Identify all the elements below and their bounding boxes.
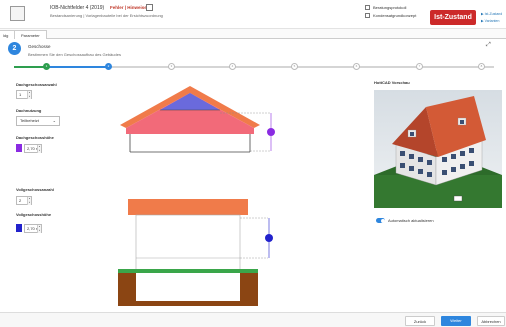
step-name: Geschosse	[28, 44, 51, 49]
dg-use-value: Teilbeheizt	[20, 118, 39, 123]
auto-update-toggle[interactable]	[376, 218, 385, 223]
cancel-button[interactable]: Abbrechen	[477, 316, 505, 326]
auto-update-label: Automatisch aktualisieren	[388, 218, 434, 223]
dg-height-marker	[267, 128, 275, 136]
stepper-dot[interactable]: 4	[229, 63, 236, 70]
app-logo-icon	[10, 6, 25, 21]
dg-use-label: Dachnutzung	[16, 108, 42, 113]
vg-count-value: 2	[19, 198, 22, 203]
stepper-progress-current	[46, 66, 108, 68]
nav-ist-zustand[interactable]: ▶ Ist-Zustand	[481, 12, 502, 16]
next-button[interactable]: Weiter	[441, 316, 471, 326]
step-number-badge: 2	[8, 42, 21, 55]
basement-space	[136, 273, 240, 301]
dg-count-value: 1	[19, 92, 22, 97]
vg-count-stepper[interactable]: 2 ▲ ▼	[16, 196, 32, 205]
project-subtitle: Bestandsanierung | Vorlagenbauteile bei …	[50, 13, 163, 18]
dg-height-label: Dachgeschosshöhe	[16, 135, 54, 140]
stepper-dot[interactable]: 8	[478, 63, 485, 70]
spin-arrows-icon[interactable]: ▲ ▼	[27, 197, 31, 205]
full-floor-roof-slab	[128, 199, 248, 215]
kondensat-label: Kondensatgrundkonzept	[373, 13, 417, 18]
beratungsprotokoll-label: Beratungsprotokoll	[373, 5, 407, 10]
vg-height-input[interactable]: 2,70 m ▲ ▼	[24, 224, 42, 233]
spin-arrows-icon[interactable]: ▲ ▼	[37, 225, 41, 233]
expand-icon[interactable]: ⤢	[486, 42, 491, 49]
dg-height-color-swatch	[16, 144, 22, 152]
stepper-dot[interactable]: 1	[43, 63, 50, 70]
stepper-dot[interactable]: 6	[353, 63, 360, 70]
app-header: IOB-Nichtfelder 4 (2019) Bestandsanierun…	[0, 0, 506, 29]
beratungsprotokoll-checkbox[interactable]	[365, 5, 370, 10]
stepper-dot[interactable]: 7	[416, 63, 423, 70]
stepper-progress-done	[14, 66, 46, 68]
vg-count-label: Vollgeschossanzahl	[16, 187, 54, 192]
calendar-icon[interactable]	[146, 4, 153, 11]
stepper-dot[interactable]: 3	[168, 63, 175, 70]
vg-height-color-swatch	[16, 224, 22, 232]
footer-bar: Zurück Weiter Abbrechen	[0, 312, 506, 327]
vg-height-label: Vollgeschosshöhe	[16, 212, 52, 217]
tab-parameter[interactable]: Parameter	[14, 30, 47, 39]
spin-arrows-icon[interactable]: ▲ ▼	[27, 91, 31, 99]
back-button[interactable]: Zurück	[405, 316, 435, 326]
hottcad-3d-preview[interactable]	[374, 90, 502, 208]
nav-varianten[interactable]: ▶ Varianten	[481, 19, 499, 23]
step-description: Bestimmen Sie den Geschossaufbau des Geb…	[28, 52, 121, 57]
compass-icon	[453, 195, 463, 202]
error-hints-link[interactable]: Fehler | Hinweise	[110, 5, 147, 10]
preview-title: HottCAD Vorschau	[374, 80, 410, 85]
vg-height-marker	[265, 234, 273, 242]
attic-floor-diagram	[120, 86, 275, 153]
ist-zustand-button[interactable]: Ist-Zustand	[430, 10, 476, 25]
dg-height-input[interactable]: 2,70 m ▲ ▼	[24, 144, 42, 153]
project-title: IOB-Nichtfelder 4 (2019)	[50, 5, 105, 11]
full-floor-diagram	[118, 199, 273, 306]
dg-use-select[interactable]: Teilbeheizt ⌄	[16, 116, 60, 126]
spin-arrows-icon[interactable]: ▲ ▼	[37, 145, 41, 153]
stepper-dot[interactable]: 5	[291, 63, 298, 70]
kondensat-checkbox[interactable]	[365, 13, 370, 18]
stepper-dot[interactable]: 2	[105, 63, 112, 70]
ground-level	[118, 269, 258, 273]
tab-bar: ldg Parameter	[0, 29, 506, 39]
dg-count-label: Dachgeschossanzahl	[16, 82, 57, 87]
dg-count-stepper[interactable]: 1 ▲ ▼	[16, 90, 32, 99]
chevron-down-icon: ⌄	[52, 118, 56, 123]
